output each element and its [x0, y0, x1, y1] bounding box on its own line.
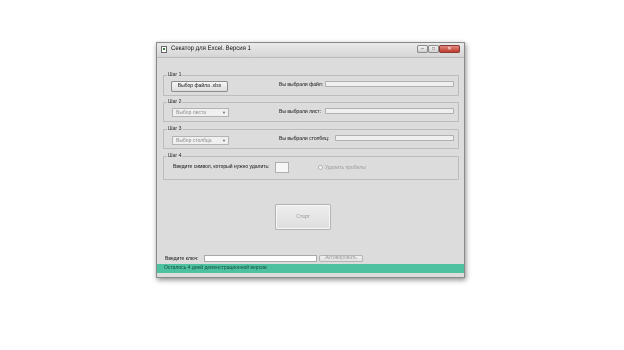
chevron-down-icon: ▼	[222, 110, 226, 115]
remove-spaces-checkbox[interactable]	[318, 165, 323, 170]
trial-status-text: Осталось 4 дней демонстрационной версии	[164, 265, 267, 271]
title-bar[interactable]: Секатор для Excel. Версия 1 – □ ✕	[157, 43, 464, 58]
app-window: Секатор для Excel. Версия 1 – □ ✕ Шаг 1 …	[156, 42, 465, 278]
column-select[interactable]: Выбор столбца ▼	[172, 136, 229, 145]
remove-spaces-label[interactable]: Удалить пробелы	[325, 165, 366, 171]
activation-key-label: Введите ключ:	[165, 256, 199, 262]
column-select-value: Выбор столбца	[176, 138, 212, 144]
sheet-select-value: Выбор листа	[176, 110, 206, 116]
activation-key-input[interactable]	[204, 255, 317, 262]
close-button[interactable]: ✕	[439, 45, 460, 53]
selected-sheet-label: Вы выбрали лист:	[279, 109, 321, 115]
chevron-down-icon: ▼	[222, 138, 226, 143]
start-button[interactable]: Старт	[275, 204, 331, 230]
maximize-button[interactable]: □	[428, 45, 439, 53]
selected-column-field	[335, 135, 454, 141]
step2-title: Шаг 2	[167, 99, 183, 105]
minimize-button[interactable]: –	[417, 45, 428, 53]
selected-file-label: Вы выбрали файл:	[279, 82, 324, 88]
selected-sheet-field	[325, 108, 454, 114]
symbol-to-remove-label: Введите символ, который нужно удалить:	[173, 164, 270, 170]
selected-column-label: Вы выбрали столбец:	[279, 136, 330, 142]
app-icon	[161, 46, 167, 53]
activate-button[interactable]: Активировать	[319, 255, 363, 262]
window-title: Секатор для Excel. Версия 1	[171, 46, 251, 52]
status-bar: Осталось 4 дней демонстрационной версии	[157, 264, 464, 273]
step4-title: Шаг 4	[167, 153, 183, 159]
sheet-select[interactable]: Выбор листа ▼	[172, 108, 229, 117]
symbol-to-remove-input[interactable]	[275, 162, 289, 173]
step3-title: Шаг 3	[167, 126, 183, 132]
step1-title: Шаг 1	[167, 72, 183, 78]
choose-file-button[interactable]: Выбор файла .xlsx	[171, 81, 228, 92]
selected-file-field	[325, 81, 454, 87]
